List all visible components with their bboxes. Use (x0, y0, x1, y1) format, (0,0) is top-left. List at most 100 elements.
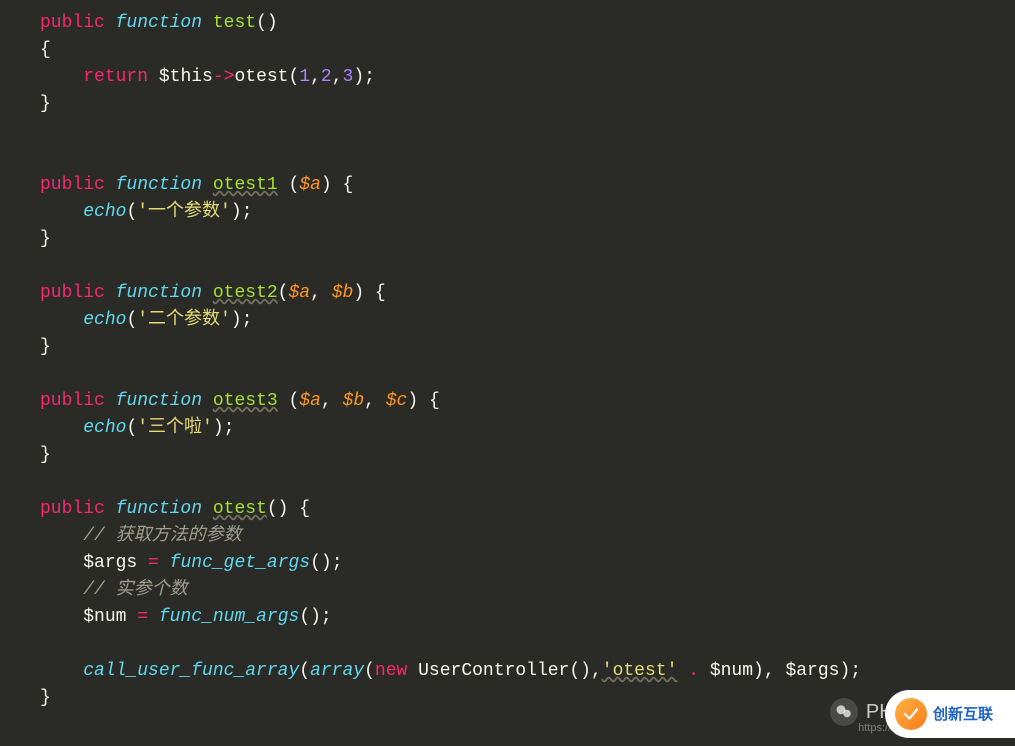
blank-line (40, 469, 975, 496)
paren-close: ); (231, 202, 253, 222)
code-line: } (40, 442, 975, 469)
echo-call: echo (83, 202, 126, 222)
func-name-otest1: otest1 (213, 175, 278, 195)
keyword-function: function (116, 175, 202, 195)
code-line: echo('三个啦'); (40, 415, 975, 442)
paren-open: ( (364, 661, 375, 681)
keyword-public: public (40, 175, 105, 195)
paren-open: ( (288, 175, 299, 195)
paren-open: ( (288, 391, 299, 411)
param-a: $a (288, 283, 310, 303)
code-line: return $this->otest(1,2,3); (40, 64, 975, 91)
code-line: // 实参个数 (40, 577, 975, 604)
keyword-function: function (116, 499, 202, 519)
func-name-otest3: otest3 (213, 391, 278, 411)
code-line: $num = func_num_args(); (40, 604, 975, 631)
array-call: array (310, 661, 364, 681)
comment: // 实参个数 (83, 580, 187, 600)
string-literal: '三个啦' (137, 418, 213, 438)
echo-call: echo (83, 418, 126, 438)
code-line: echo('二个参数'); (40, 307, 975, 334)
string-literal: '一个参数' (137, 202, 231, 222)
code-line: public function otest2($a, $b) { (40, 280, 975, 307)
paren-close: ); (213, 418, 235, 438)
param-a: $a (299, 175, 321, 195)
paren-close-comma: ), (753, 661, 785, 681)
code-line: // 获取方法的参数 (40, 523, 975, 550)
comma: , (332, 67, 343, 87)
brace-close: } (40, 688, 51, 708)
code-line: $args = func_get_args(); (40, 550, 975, 577)
brand-text: 创新互联 (933, 701, 993, 728)
paren-open: ( (299, 661, 310, 681)
keyword-function: function (116, 283, 202, 303)
paren-close-semi: ); (839, 661, 861, 681)
concat-op: . (688, 661, 699, 681)
parens: () (256, 13, 278, 33)
code-line: public function otest1 ($a) { (40, 172, 975, 199)
param-b: $b (332, 283, 354, 303)
parens-semi: (); (310, 553, 342, 573)
paren-close: ); (231, 310, 253, 330)
assign-op: = (137, 607, 148, 627)
func-name-otest2: otest2 (213, 283, 278, 303)
comma: , (364, 391, 386, 411)
paren-close: ) { (407, 391, 439, 411)
string-otest: 'otest' (602, 661, 678, 681)
keyword-return: return (83, 67, 148, 87)
brace-close: } (40, 94, 51, 114)
brace-open: { (40, 40, 51, 60)
var-args: $args (785, 661, 839, 681)
paren-close: ) { (321, 175, 353, 195)
param-c: $c (386, 391, 408, 411)
func-name-test: test (213, 13, 256, 33)
code-line: { (40, 37, 975, 64)
brand-check-icon (902, 705, 920, 723)
brace-close: } (40, 229, 51, 249)
keyword-public: public (40, 391, 105, 411)
brand-icon (895, 698, 927, 730)
method-otest: otest (234, 67, 288, 87)
blank-line (40, 118, 975, 145)
class-usercontroller: UserController (418, 661, 569, 681)
arg-2: 2 (321, 67, 332, 87)
keyword-function: function (116, 13, 202, 33)
paren-open: ( (126, 310, 137, 330)
blank-line (40, 253, 975, 280)
wechat-icon (830, 698, 858, 726)
paren-open: ( (126, 202, 137, 222)
parens-brace: () { (267, 499, 310, 519)
keyword-public: public (40, 283, 105, 303)
param-a: $a (299, 391, 321, 411)
arrow-op: -> (213, 67, 235, 87)
arg-1: 1 (299, 67, 310, 87)
code-line: public function test() (40, 10, 975, 37)
code-line: } (40, 91, 975, 118)
brace-close: } (40, 445, 51, 465)
corner-brand-logo: 创新互联 (885, 690, 1015, 738)
echo-call: echo (83, 310, 126, 330)
parens-semi: (); (299, 607, 331, 627)
call-func-get-args: func_get_args (170, 553, 310, 573)
code-editor: public function test() { return $this->o… (0, 10, 1015, 712)
comment: // 获取方法的参数 (83, 526, 241, 546)
paren-close: ); (353, 67, 375, 87)
call-func-num-args: func_num_args (159, 607, 299, 627)
blank-line (40, 631, 975, 658)
var-num: $num (83, 607, 126, 627)
keyword-public: public (40, 499, 105, 519)
parens-comma: (), (569, 661, 601, 681)
assign-op: = (148, 553, 159, 573)
code-line: public function otest() { (40, 496, 975, 523)
var-this: $this (159, 67, 213, 87)
keyword-public: public (40, 13, 105, 33)
call-user-func-array: call_user_func_array (83, 661, 299, 681)
keyword-function: function (116, 391, 202, 411)
code-line: } (40, 226, 975, 253)
var-args: $args (83, 553, 137, 573)
var-num: $num (710, 661, 753, 681)
blank-line (40, 361, 975, 388)
paren-open: ( (278, 283, 289, 303)
brace-close: } (40, 337, 51, 357)
comma: , (321, 391, 343, 411)
